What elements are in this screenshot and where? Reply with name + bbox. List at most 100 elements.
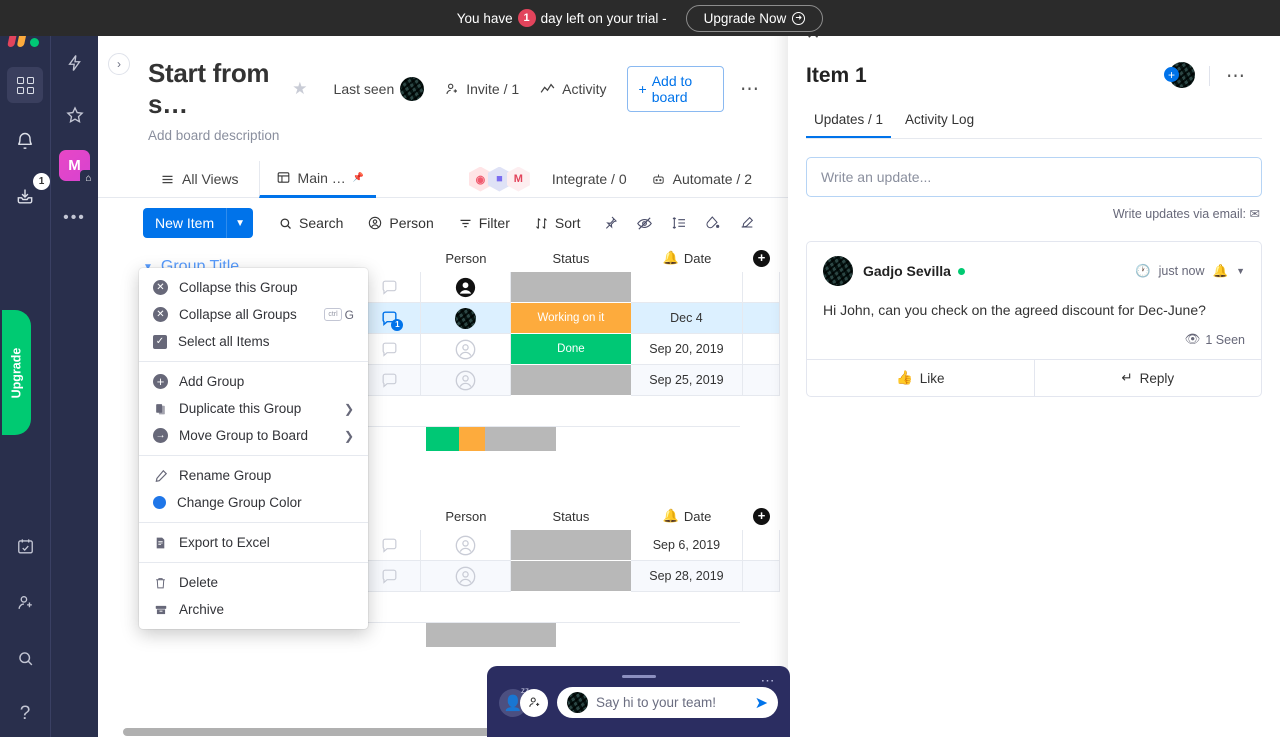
- table-row[interactable]: Sep 25, 2019: [360, 365, 780, 396]
- row-person-cell[interactable]: [421, 334, 511, 365]
- update-editor[interactable]: Write an update...: [806, 157, 1262, 197]
- row-date-cell[interactable]: Dec 4: [631, 303, 743, 334]
- column-header-date-2[interactable]: 🔔 Date: [631, 508, 743, 524]
- pin-icon[interactable]: [596, 210, 624, 236]
- row-status-cell[interactable]: Working on it: [511, 303, 631, 334]
- last-seen-avatar[interactable]: [400, 77, 424, 101]
- row-user-avatar[interactable]: [455, 308, 476, 329]
- write-updates-via-email[interactable]: Write updates via email: ✉: [788, 206, 1260, 221]
- table-row[interactable]: DoneSep 20, 2019: [360, 334, 780, 365]
- column-header-date[interactable]: 🔔 Date: [631, 250, 743, 266]
- tab-activity-log[interactable]: Activity Log: [897, 106, 982, 138]
- inbox-icon[interactable]: 1: [7, 179, 43, 215]
- filter-button[interactable]: Filter: [449, 210, 519, 236]
- row-person-cell[interactable]: [421, 365, 511, 396]
- automate-button[interactable]: Automate / 2: [639, 161, 764, 198]
- chat-more-menu-icon[interactable]: ⋯: [761, 672, 777, 689]
- edit-pencil-icon[interactable]: [733, 210, 761, 236]
- new-item-button[interactable]: New Item ▼: [143, 208, 253, 238]
- workspace-avatar[interactable]: M ⌂: [59, 150, 90, 181]
- board-more-menu-icon[interactable]: ⋯: [736, 78, 764, 101]
- add-column-button[interactable]: +: [743, 250, 780, 267]
- upgrade-now-button[interactable]: Upgrade Now ➜: [686, 5, 824, 32]
- row-updates-cell[interactable]: 1: [360, 303, 421, 334]
- menu-item[interactable]: ✕Collapse this Group: [139, 274, 368, 301]
- row-status-cell[interactable]: Done: [511, 334, 631, 365]
- menu-item[interactable]: Delete: [139, 569, 368, 596]
- chat-invite-icon[interactable]: [520, 689, 548, 717]
- hide-eye-icon[interactable]: [630, 210, 659, 237]
- row-height-icon[interactable]: [665, 210, 693, 236]
- menu-item[interactable]: Change Group Color: [139, 489, 368, 516]
- menu-item[interactable]: Duplicate this Group❯: [139, 395, 368, 422]
- menu-item[interactable]: ✕Collapse all GroupsctrlG: [139, 301, 368, 328]
- column-header-status[interactable]: Status: [511, 251, 631, 266]
- table-row[interactable]: Sep 6, 2019: [360, 530, 780, 561]
- item-more-menu-icon[interactable]: ⋯: [1222, 65, 1250, 88]
- board-description[interactable]: Add board description: [148, 128, 764, 143]
- chat-drag-handle[interactable]: [622, 675, 656, 678]
- activity-button[interactable]: Activity: [539, 81, 606, 98]
- favorites-star-icon[interactable]: [58, 100, 92, 130]
- column-header-person-2[interactable]: Person: [421, 509, 511, 524]
- menu-item[interactable]: +Add Group: [139, 368, 368, 395]
- row-status-cell[interactable]: [511, 272, 631, 303]
- sidebar-expand-button[interactable]: ›: [108, 53, 130, 75]
- like-button[interactable]: 👍 Like: [807, 360, 1034, 396]
- search-icon[interactable]: [7, 640, 43, 676]
- invite-member-icon[interactable]: [7, 584, 43, 620]
- update-author-avatar[interactable]: [823, 256, 853, 286]
- table-row[interactable]: [360, 272, 780, 303]
- row-person-cell[interactable]: [421, 530, 511, 561]
- bell-icon[interactable]: 🔔: [1213, 264, 1229, 279]
- notifications-bell-icon[interactable]: [7, 123, 43, 159]
- table-row[interactable]: Sep 28, 2019: [360, 561, 780, 592]
- my-week-calendar-icon[interactable]: [7, 528, 43, 564]
- search-button[interactable]: Search: [269, 210, 352, 236]
- menu-item[interactable]: Archive: [139, 596, 368, 623]
- workspace-more-icon[interactable]: •••: [58, 203, 92, 233]
- tab-updates[interactable]: Updates / 1: [806, 106, 891, 138]
- row-updates-cell[interactable]: [360, 272, 421, 303]
- table-row[interactable]: 1 Working on itDec 4: [360, 303, 780, 334]
- row-updates-cell[interactable]: [360, 561, 421, 592]
- quick-actions-icon[interactable]: [58, 48, 92, 78]
- row-status-cell[interactable]: [511, 530, 631, 561]
- help-icon[interactable]: ?: [7, 696, 43, 732]
- column-header-person[interactable]: Person: [421, 251, 511, 266]
- add-item-row-1[interactable]: [360, 396, 740, 427]
- chevron-down-icon[interactable]: ▼: [1236, 266, 1245, 276]
- integrate-button[interactable]: Integrate / 0: [540, 161, 639, 198]
- add-subscriber-button[interactable]: +: [1169, 62, 1197, 90]
- row-date-cell[interactable]: [631, 272, 743, 303]
- send-icon[interactable]: ➤: [755, 693, 768, 713]
- apps-grid-icon[interactable]: [7, 67, 43, 103]
- row-status-cell[interactable]: [511, 365, 631, 396]
- last-seen-group[interactable]: Last seen: [334, 77, 425, 101]
- add-column-button-2[interactable]: +: [743, 508, 780, 525]
- row-updates-cell[interactable]: [360, 530, 421, 561]
- column-header-status-2[interactable]: Status: [511, 509, 631, 524]
- menu-item[interactable]: Export to Excel: [139, 529, 368, 556]
- row-date-cell[interactable]: Sep 6, 2019: [631, 530, 743, 561]
- upgrade-sidebar-button[interactable]: Upgrade: [2, 310, 31, 435]
- invite-button[interactable]: Invite / 1: [444, 81, 519, 97]
- row-date-cell[interactable]: Sep 20, 2019: [631, 334, 743, 365]
- reply-button[interactable]: ↵ Reply: [1034, 360, 1262, 396]
- all-views-tab[interactable]: All Views: [148, 161, 251, 198]
- row-person-cell[interactable]: [421, 272, 511, 303]
- row-updates-cell[interactable]: [360, 334, 421, 365]
- add-to-board-button[interactable]: + Add to board: [627, 66, 724, 112]
- chevron-down-icon[interactable]: ▼: [226, 208, 253, 238]
- chat-input[interactable]: Say hi to your team! ➤: [557, 687, 778, 718]
- colorize-icon[interactable]: [699, 210, 727, 236]
- row-updates-cell[interactable]: [360, 365, 421, 396]
- tab-main-table[interactable]: Main … 📌: [259, 161, 376, 198]
- add-item-row-2[interactable]: [360, 592, 740, 623]
- row-date-cell[interactable]: Sep 28, 2019: [631, 561, 743, 592]
- row-date-cell[interactable]: Sep 25, 2019: [631, 365, 743, 396]
- row-person-cell[interactable]: [421, 303, 511, 334]
- sort-button[interactable]: Sort: [525, 210, 590, 236]
- menu-item[interactable]: ✓Select all Items: [139, 328, 368, 355]
- menu-item[interactable]: Rename Group: [139, 462, 368, 489]
